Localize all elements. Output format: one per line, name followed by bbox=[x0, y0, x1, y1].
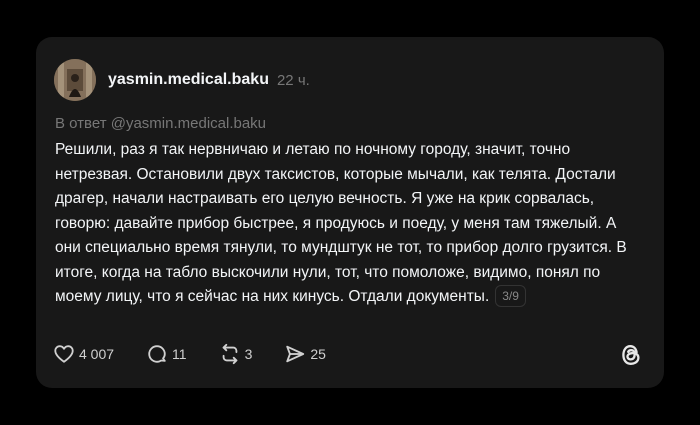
send-icon bbox=[286, 345, 305, 363]
avatar[interactable] bbox=[54, 59, 96, 101]
username[interactable]: yasmin.medical.baku bbox=[108, 71, 269, 89]
like-button[interactable]: 4 007 bbox=[53, 343, 114, 365]
post-text: Решили, раз я так нервничаю и летаю по н… bbox=[55, 141, 627, 305]
reply-to-label[interactable]: В ответ @yasmin.medical.baku bbox=[55, 115, 266, 132]
threads-logo-icon[interactable] bbox=[618, 342, 644, 368]
comment-bubble-icon bbox=[148, 345, 166, 363]
repost-count: 3 bbox=[244, 346, 253, 362]
share-count: 25 bbox=[310, 346, 326, 362]
heart-icon bbox=[54, 345, 74, 363]
repost-button[interactable]: 3 bbox=[219, 343, 253, 365]
comment-count: 11 bbox=[172, 346, 187, 362]
share-button[interactable]: 25 bbox=[284, 343, 326, 365]
comment-button[interactable]: 11 bbox=[146, 343, 187, 365]
post-header: yasmin.medical.baku 22 ч. bbox=[54, 58, 310, 102]
page-counter: 3/9 bbox=[495, 285, 526, 307]
post-card: yasmin.medical.baku 22 ч. В ответ @yasmi… bbox=[36, 37, 664, 388]
post-timestamp: 22 ч. bbox=[276, 71, 310, 89]
post-body: Решили, раз я так нервничаю и летаю по н… bbox=[55, 138, 645, 310]
like-count: 4 007 bbox=[79, 346, 115, 362]
repost-icon bbox=[222, 343, 237, 365]
action-bar: 4 007 11 3 25 bbox=[53, 343, 358, 365]
